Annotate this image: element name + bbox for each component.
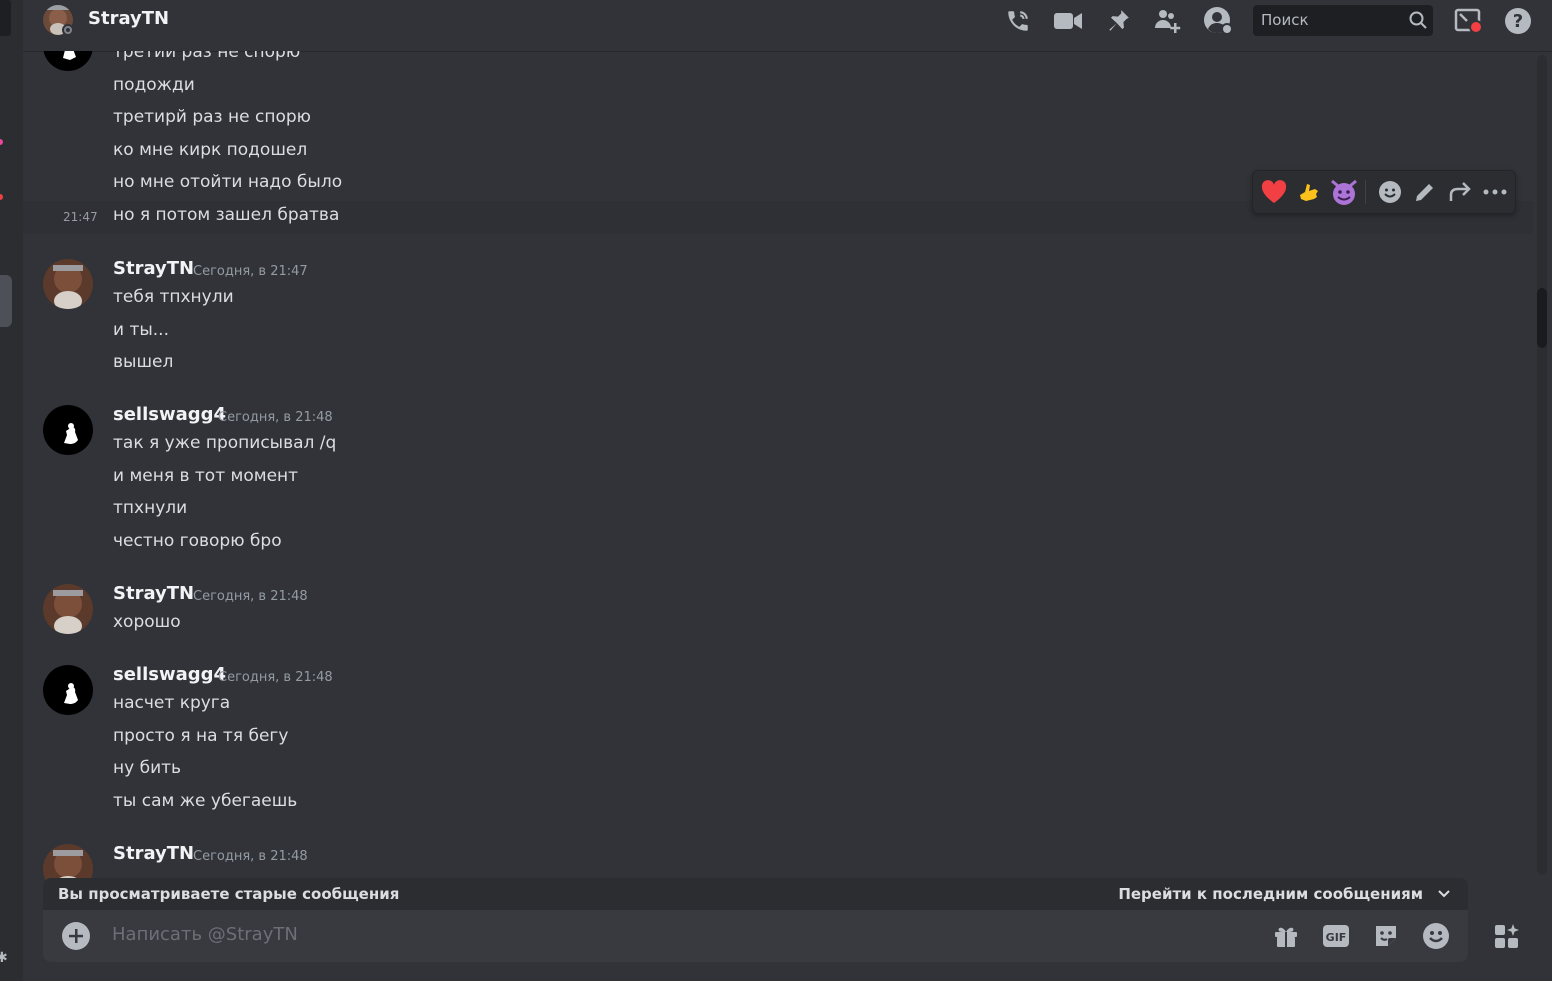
search-icon — [1409, 11, 1427, 33]
user-profile-icon[interactable] — [1203, 6, 1233, 36]
apps-icon[interactable] — [1490, 920, 1524, 954]
message-timestamp: Сегодня, в 21:48 — [218, 670, 333, 685]
message-text: и ты... — [113, 320, 169, 340]
message-text: и меня в тот момент — [113, 466, 299, 486]
more-options-icon[interactable] — [1480, 177, 1510, 207]
settings-icon[interactable]: ✱ — [0, 950, 8, 966]
message-text: насчет круга — [113, 693, 231, 713]
sidebar-selected-item[interactable] — [0, 275, 12, 327]
message-text: ну бить — [113, 758, 182, 778]
server-sidebar-edge: ✱ — [0, 0, 23, 981]
message-timestamp: Сегодня, в 21:47 — [193, 264, 308, 279]
old-messages-banner: Вы просматриваете старые сообщения Перей… — [43, 878, 1468, 910]
voice-call-icon[interactable] — [1003, 6, 1033, 36]
message-text: честно говорю бро — [113, 531, 282, 551]
scrollbar[interactable] — [1537, 55, 1547, 875]
smiling-imp-reaction-icon[interactable] — [1329, 177, 1359, 207]
avatar[interactable] — [43, 405, 93, 455]
message-timestamp: Сегодня, в 21:48 — [218, 410, 333, 425]
mention-indicator — [0, 194, 3, 200]
message-author[interactable]: sellswagg4 — [113, 404, 226, 425]
message-timestamp: Сегодня, в 21:48 — [193, 849, 308, 864]
status-offline-icon — [62, 24, 74, 36]
unread-indicator — [0, 139, 3, 145]
message-input[interactable]: Написать @StrayTN — [112, 924, 298, 945]
scrollbar-thumb[interactable] — [1537, 288, 1547, 348]
message-author[interactable]: StrayTN — [113, 583, 194, 604]
message-timestamp: Сегодня, в 21:48 — [193, 589, 308, 604]
heart-reaction-icon[interactable] — [1259, 177, 1289, 207]
search-input[interactable]: Поиск — [1253, 5, 1433, 36]
gif-icon[interactable]: GIF — [1321, 921, 1351, 951]
toolbar-divider — [1365, 180, 1366, 204]
jump-to-present-button[interactable]: Перейти к последним сообщениям — [1118, 885, 1423, 903]
message-composer[interactable]: Написать @StrayTN GIF — [43, 910, 1468, 962]
old-messages-notice: Вы просматриваете старые сообщения — [58, 885, 400, 903]
channel-header: StrayTN Поиск ? — [23, 0, 1552, 52]
sticker-icon[interactable] — [1371, 921, 1401, 951]
message-text: но я потом зашел братва — [113, 205, 340, 225]
message-text: третирй раз не спорю — [113, 107, 311, 127]
gift-icon[interactable] — [1271, 921, 1301, 951]
message-author[interactable]: StrayTN — [113, 258, 194, 279]
message-text: подожди — [113, 75, 195, 95]
avatar[interactable] — [43, 51, 93, 71]
svg-text:?: ? — [1513, 11, 1523, 32]
pin-icon[interactable] — [1103, 6, 1133, 36]
message-timestamp: 21:47 — [63, 210, 98, 224]
chevron-down-icon[interactable] — [1436, 885, 1452, 905]
add-reaction-icon[interactable] — [1375, 177, 1405, 207]
message-text: тебя тпхнули — [113, 287, 234, 307]
sidebar-item[interactable] — [0, 0, 11, 36]
avatar[interactable] — [43, 665, 93, 715]
message-text: просто я на тя бегу — [113, 726, 289, 746]
page-title: StrayTN — [88, 8, 170, 29]
forward-icon[interactable] — [1445, 177, 1475, 207]
avatar[interactable] — [43, 259, 93, 309]
message-text: третий раз не спорю — [113, 51, 301, 62]
upload-plus-icon[interactable] — [62, 922, 90, 950]
edit-icon[interactable] — [1410, 177, 1440, 207]
message-text: ко мне кирк подошел — [113, 140, 308, 160]
call-me-hand-reaction-icon[interactable] — [1294, 177, 1324, 207]
avatar[interactable] — [43, 584, 93, 634]
message-text: вышел — [113, 352, 174, 372]
message-actions-toolbar — [1252, 170, 1516, 214]
avatar[interactable] — [43, 844, 93, 881]
emoji-icon[interactable] — [1421, 921, 1451, 951]
video-call-icon[interactable] — [1053, 6, 1083, 36]
message-text: так я уже прописывал /q — [113, 433, 337, 453]
message-author[interactable]: StrayTN — [113, 843, 194, 864]
message-text: но мне отойти надо было — [113, 172, 343, 192]
message-text: хорошо — [113, 612, 181, 632]
message-text: ты сам же убегаешь — [113, 791, 298, 811]
svg-text:GIF: GIF — [1326, 931, 1347, 944]
inbox-icon[interactable] — [1453, 6, 1483, 36]
help-icon[interactable]: ? — [1503, 6, 1533, 36]
message-text: тпхнули — [113, 498, 188, 518]
message-author[interactable]: sellswagg4 — [113, 664, 226, 685]
add-friends-icon[interactable] — [1153, 6, 1183, 36]
search-placeholder: Поиск — [1261, 11, 1309, 29]
